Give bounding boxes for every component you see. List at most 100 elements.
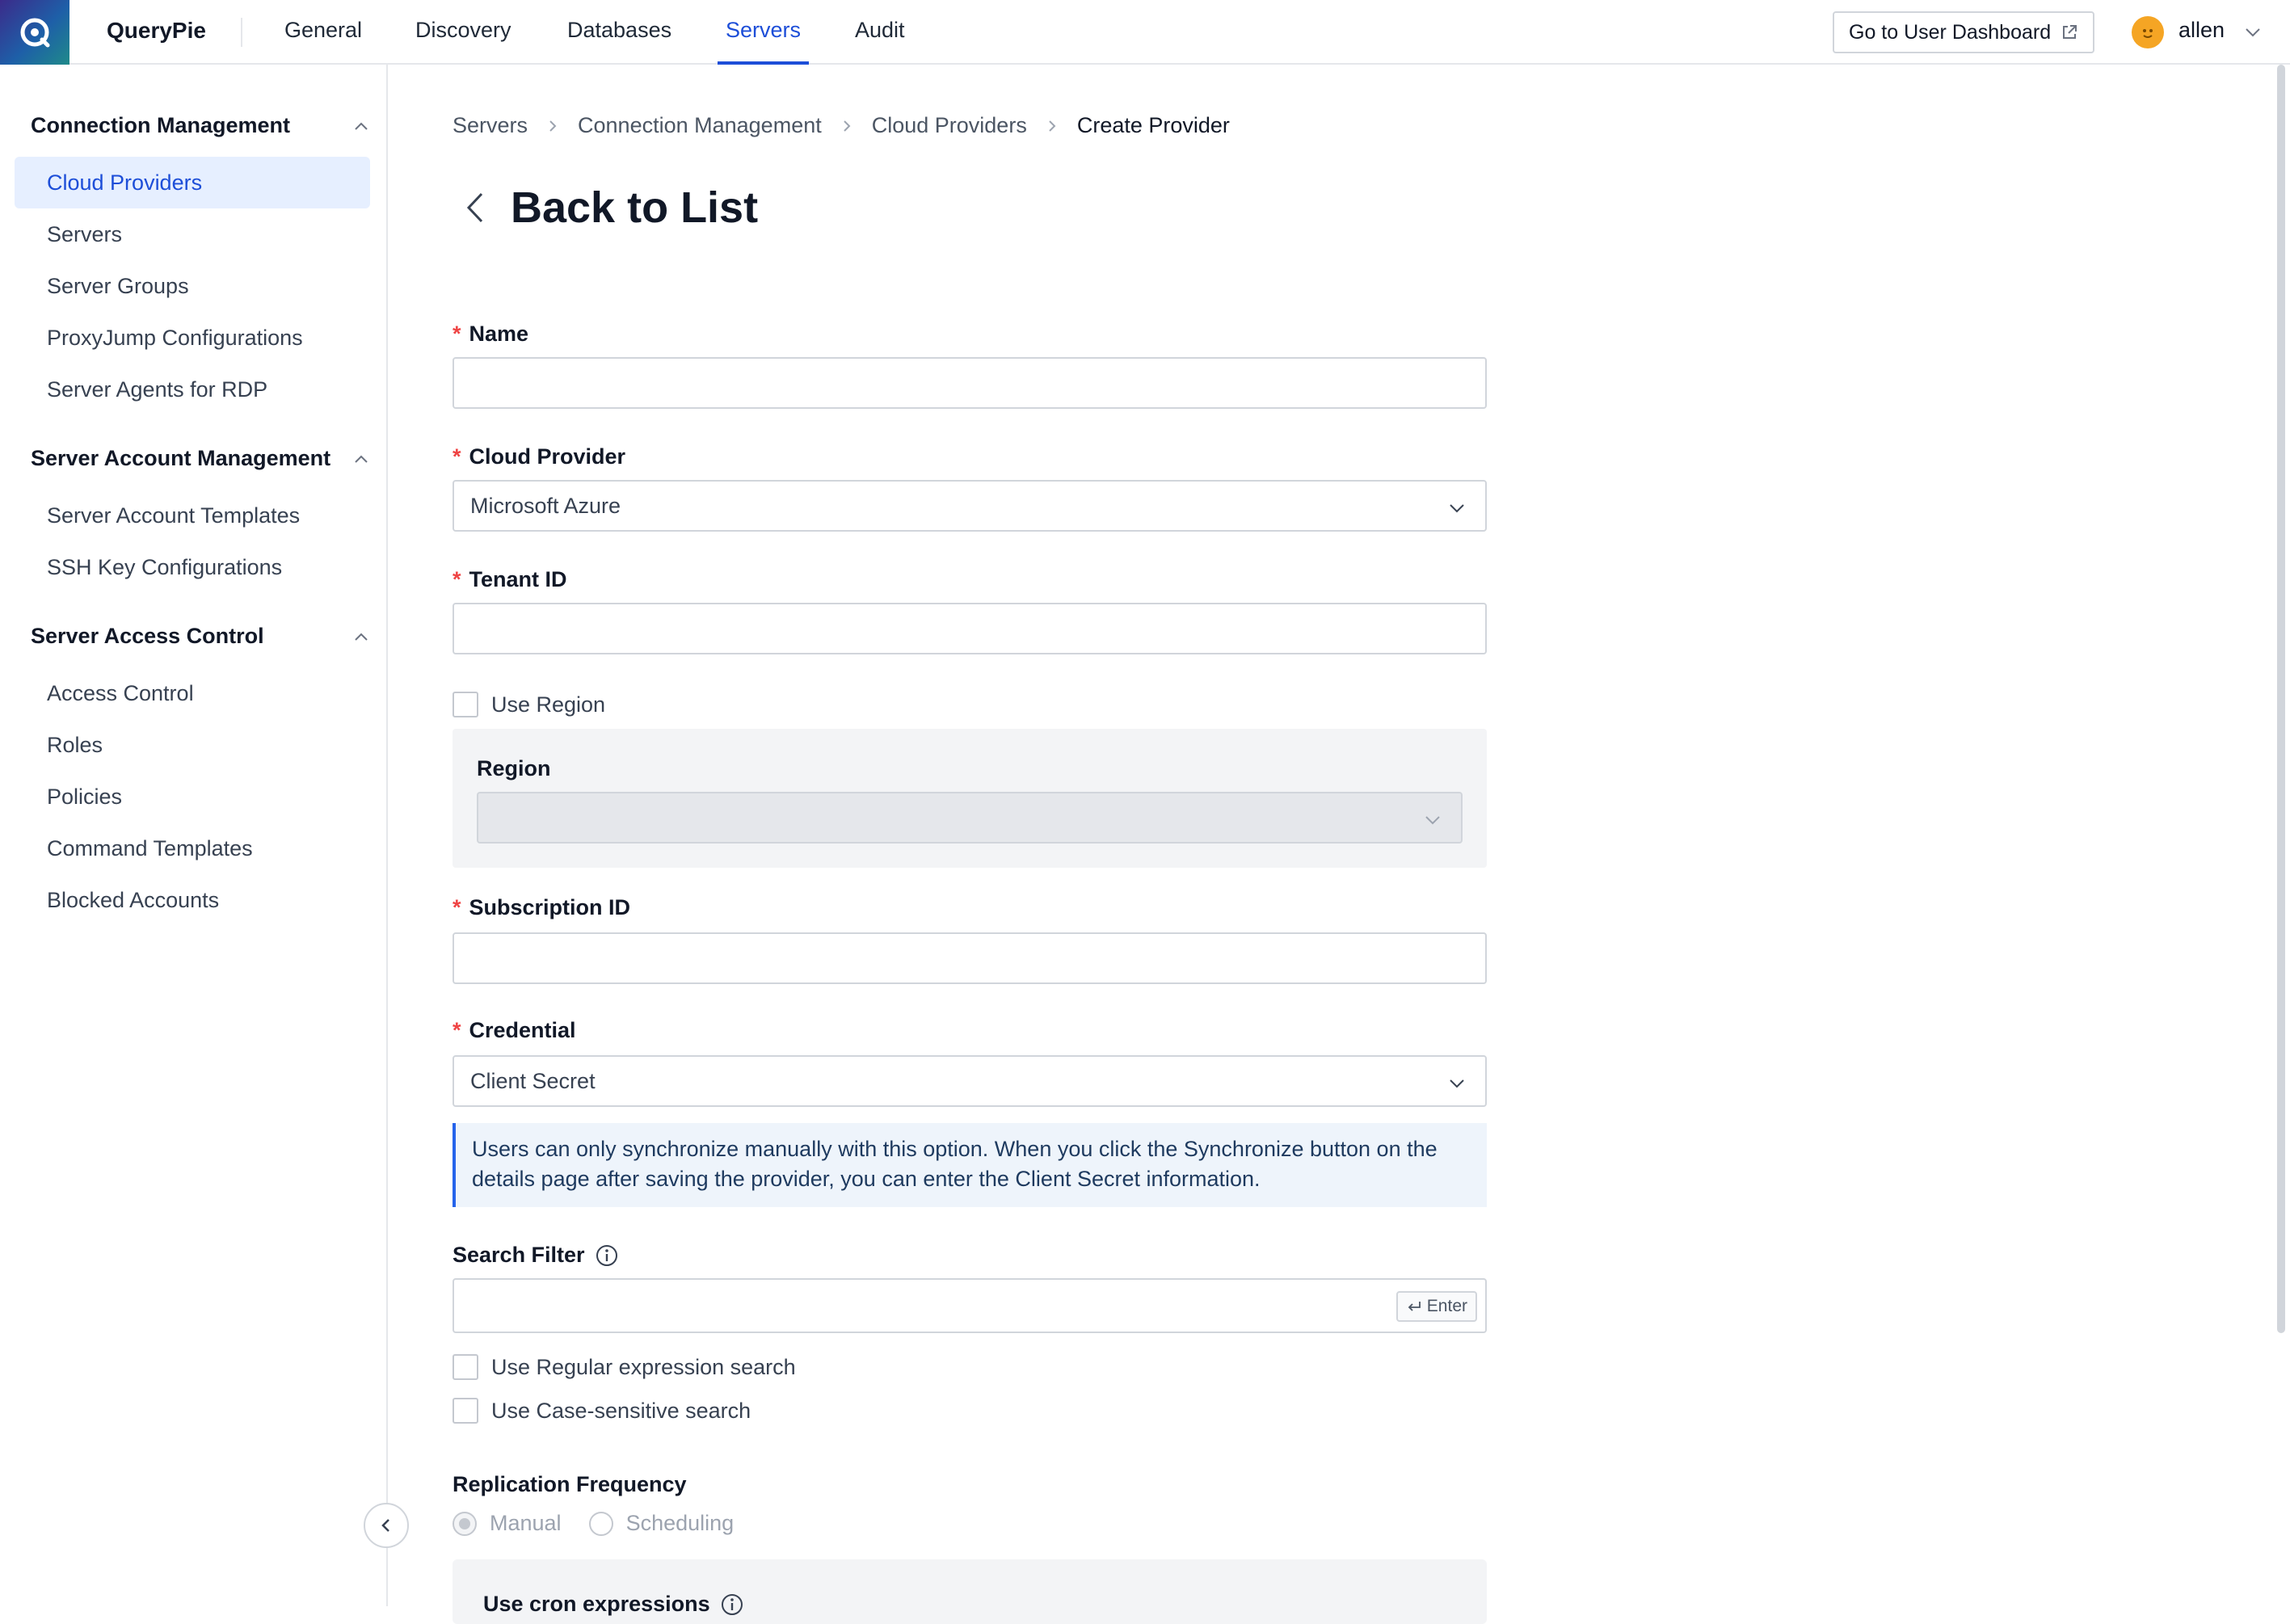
sidebar-section-server-access-control[interactable]: Server Access Control xyxy=(31,624,370,649)
sidebar-item-roles[interactable]: Roles xyxy=(15,719,370,771)
enter-key-icon xyxy=(1408,1302,1421,1311)
radio-manual[interactable] xyxy=(453,1511,477,1536)
breadcrumb-cloud-providers[interactable]: Cloud Providers xyxy=(872,113,1027,138)
region-panel: Region xyxy=(453,729,1487,868)
sidebar-item-cloud-providers[interactable]: Cloud Providers xyxy=(15,157,370,208)
breadcrumb-create-provider: Create Provider xyxy=(1076,113,1230,137)
section-title: Server Access Control xyxy=(31,624,264,648)
replication-frequency-radios: Manual Scheduling xyxy=(453,1511,734,1536)
avatar[interactable] xyxy=(2132,16,2164,48)
collapse-sidebar-button[interactable] xyxy=(364,1503,409,1548)
emoji-face-icon xyxy=(2143,29,2153,38)
credential-info-box: Users can only synchronize manually with… xyxy=(453,1123,1487,1207)
enter-hint-label: Enter xyxy=(1426,1297,1467,1315)
sidebar-item-ssh-key-configurations[interactable]: SSH Key Configurations xyxy=(15,541,370,593)
dashboard-button-label: Go to User Dashboard xyxy=(1849,20,2052,44)
cloud-provider-value: Microsoft Azure xyxy=(470,493,621,518)
chevron-up-icon[interactable] xyxy=(352,451,370,469)
sidebar-item-command-templates[interactable]: Command Templates xyxy=(15,823,370,874)
chevron-left-icon[interactable] xyxy=(461,189,490,226)
back-to-list[interactable]: Back to List xyxy=(461,183,758,233)
tenant-id-label-text: Tenant ID xyxy=(469,567,567,591)
search-filter-label: Search Filter xyxy=(453,1243,619,1268)
regex-search-row[interactable]: Use Regular expression search xyxy=(453,1354,796,1380)
required-mark: * xyxy=(453,1018,461,1042)
use-region-checkbox-row[interactable]: Use Region xyxy=(453,692,605,717)
external-link-icon xyxy=(2063,25,2077,39)
subscription-id-label-text: Subscription ID xyxy=(469,895,631,919)
tab-databases[interactable]: Databases xyxy=(567,18,671,65)
case-search-row[interactable]: Use Case-sensitive search xyxy=(453,1398,751,1424)
section-title: Connection Management xyxy=(31,113,291,137)
sidebar-item-access-control[interactable]: Access Control xyxy=(15,667,370,719)
credential-label-text: Credential xyxy=(469,1018,576,1042)
cloud-provider-select[interactable]: Microsoft Azure xyxy=(453,480,1487,532)
name-label: * Name xyxy=(453,322,528,347)
region-select xyxy=(477,792,1463,844)
breadcrumb-connection-management[interactable]: Connection Management xyxy=(578,113,822,138)
querypie-logo-icon xyxy=(20,18,50,48)
breadcrumb-servers[interactable]: Servers xyxy=(453,113,528,138)
sidebar-item-proxyjump-configurations[interactable]: ProxyJump Configurations xyxy=(15,312,370,364)
cron-label: Use cron expressions xyxy=(483,1592,744,1617)
required-mark: * xyxy=(453,567,461,591)
logo[interactable] xyxy=(0,0,69,65)
cron-label-text: Use cron expressions xyxy=(483,1592,710,1616)
sidebar-item-blocked-accounts[interactable]: Blocked Accounts xyxy=(15,874,370,926)
case-search-label: Use Case-sensitive search xyxy=(491,1398,751,1423)
replication-frequency-label: Replication Frequency xyxy=(453,1472,687,1496)
use-region-checkbox[interactable] xyxy=(453,692,478,717)
regex-search-checkbox[interactable] xyxy=(453,1354,478,1380)
info-icon[interactable] xyxy=(720,1592,744,1617)
tab-general[interactable]: General xyxy=(284,18,362,65)
use-region-label: Use Region xyxy=(491,692,606,717)
enter-hint: Enter xyxy=(1395,1291,1477,1322)
cloud-provider-label: * Cloud Provider xyxy=(453,444,625,469)
chevron-right-icon xyxy=(1045,119,1059,133)
radio-scheduling[interactable] xyxy=(588,1511,613,1536)
sidebar-section-server-account-management[interactable]: Server Account Management xyxy=(31,446,370,471)
required-mark: * xyxy=(453,322,461,346)
page-title: Back to List xyxy=(511,183,759,232)
tenant-id-input[interactable] xyxy=(453,603,1487,654)
regex-search-label: Use Regular expression search xyxy=(491,1354,796,1379)
radio-manual-label: Manual xyxy=(490,1511,562,1535)
required-mark: * xyxy=(453,895,461,919)
chevron-up-icon[interactable] xyxy=(352,118,370,136)
scrollbar[interactable] xyxy=(2277,65,2285,1333)
chevron-left-icon xyxy=(381,1519,389,1532)
region-label: Region xyxy=(477,756,551,780)
top-bar: QueryPie General Discovery Databases Ser… xyxy=(0,0,2290,65)
sidebar-item-policies[interactable]: Policies xyxy=(15,771,370,823)
credential-value: Client Secret xyxy=(470,1068,596,1093)
sidebar: Connection Management Cloud Providers Se… xyxy=(0,65,388,1606)
sidebar-item-server-account-templates[interactable]: Server Account Templates xyxy=(15,490,370,541)
chevron-up-icon[interactable] xyxy=(352,629,370,646)
tab-discovery[interactable]: Discovery xyxy=(415,18,511,65)
chevron-down-icon[interactable] xyxy=(2243,23,2263,42)
sidebar-item-server-agents-for-rdp[interactable]: Server Agents for RDP xyxy=(15,364,370,415)
radio-scheduling-label: Scheduling xyxy=(625,1511,735,1535)
user-name[interactable]: allen xyxy=(2178,18,2225,43)
subscription-id-label: * Subscription ID xyxy=(453,895,630,920)
go-to-user-dashboard-button[interactable]: Go to User Dashboard xyxy=(1833,11,2094,53)
sidebar-item-servers[interactable]: Servers xyxy=(15,208,370,260)
info-icon[interactable] xyxy=(595,1243,619,1268)
search-filter-input[interactable]: Enter xyxy=(453,1278,1487,1333)
chevron-down-icon xyxy=(1450,1079,1464,1088)
chevron-right-icon xyxy=(840,119,854,133)
tab-servers[interactable]: Servers xyxy=(718,18,810,65)
name-label-text: Name xyxy=(469,322,529,346)
section-title: Server Account Management xyxy=(31,446,331,470)
sidebar-section-connection-management[interactable]: Connection Management xyxy=(31,113,370,138)
sidebar-item-server-groups[interactable]: Server Groups xyxy=(15,260,370,312)
case-search-checkbox[interactable] xyxy=(453,1398,478,1424)
credential-select[interactable]: Client Secret xyxy=(453,1055,1487,1107)
tenant-id-label: * Tenant ID xyxy=(453,567,567,592)
breadcrumb: Servers Connection Management Cloud Prov… xyxy=(453,113,1230,138)
subscription-id-input[interactable] xyxy=(453,932,1487,984)
name-input[interactable] xyxy=(453,357,1487,409)
chevron-down-icon xyxy=(1450,504,1464,513)
tab-audit[interactable]: Audit xyxy=(855,18,905,65)
chevron-down-icon xyxy=(1425,816,1440,825)
